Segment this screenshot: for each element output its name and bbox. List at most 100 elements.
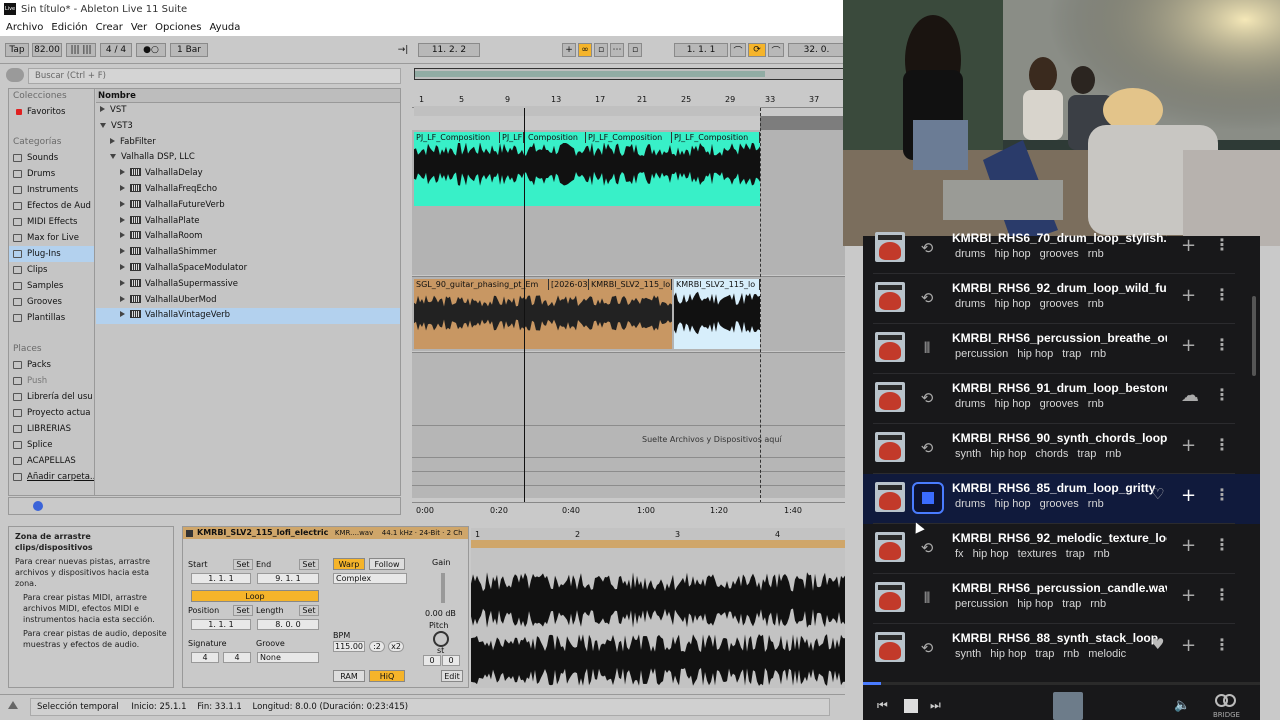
add-icon[interactable]: + xyxy=(1181,485,1196,506)
sidebar-item-plantillas[interactable]: Plantillas xyxy=(9,310,94,326)
punch-out-icon[interactable]: ⌒ xyxy=(768,43,784,57)
loop-start-field[interactable]: 1. 1. 1 xyxy=(674,43,728,57)
ram-button[interactable]: RAM xyxy=(333,670,365,682)
time-ruler[interactable]: 0:00 0:20 0:40 1:00 1:20 1:40 xyxy=(412,502,845,518)
plugin-item[interactable]: ValhallaFutureVerb xyxy=(96,198,400,214)
nudge-buttons[interactable]: ||| ||| xyxy=(66,43,96,57)
edit-button[interactable]: Edit xyxy=(441,670,463,682)
loop-switch-icon[interactable]: ⟳ xyxy=(748,43,766,57)
tag[interactable]: hip hop xyxy=(990,648,1026,660)
sample-row[interactable]: ⦀ KMRBI_RHS6_percussion_breathe_out.wavpe… xyxy=(863,324,1260,374)
position-field[interactable]: 1. 1. 1 xyxy=(191,619,251,630)
sample-row[interactable]: ⟲ KMRBI_RHS6_92_melodic_texture_loop_ fx hi… xyxy=(863,524,1260,574)
tag[interactable]: hip hop xyxy=(990,448,1026,460)
signature-denominator[interactable]: 4 xyxy=(223,652,251,663)
tag[interactable]: synth xyxy=(955,448,981,460)
tag[interactable]: rnb xyxy=(1105,448,1121,460)
start-set-button[interactable]: Set xyxy=(233,559,253,570)
add-icon[interactable]: + xyxy=(1181,535,1196,556)
previous-icon[interactable]: ⏮ xyxy=(877,698,891,712)
more-options-icon[interactable]: ⋮ xyxy=(1214,385,1230,404)
show-detail-icon[interactable] xyxy=(8,701,18,709)
tag[interactable]: trap xyxy=(1062,348,1081,360)
sidebar-item-audio-effects[interactable]: Efectos de Aud xyxy=(9,198,94,214)
sample-row[interactable]: ⟲ KMRBI_RHS6_70_drum_loop_stylish.wav drum… xyxy=(863,224,1260,274)
clip-header[interactable]: PJ_LF xyxy=(500,132,524,143)
double-tempo-button[interactable]: x2 xyxy=(388,641,404,652)
tag[interactable]: chords xyxy=(1035,448,1068,460)
loop-icon[interactable]: ⟲ xyxy=(915,638,939,658)
sidebar-item-push[interactable]: Push xyxy=(9,373,94,389)
transpose-field[interactable]: 0 xyxy=(423,655,441,666)
sample-row[interactable]: ⟲ KMRBI_RHS6_92_drum_loop_wild_full.wavdr… xyxy=(863,274,1260,324)
tag[interactable]: trap xyxy=(1077,448,1096,460)
heart-filled-icon[interactable]: ♥ xyxy=(1151,635,1164,653)
sidebar-item-current-project[interactable]: Proyecto actua xyxy=(9,405,94,421)
detune-field[interactable]: 0 xyxy=(442,655,460,666)
loop-bar[interactable] xyxy=(471,540,845,548)
length-set-button[interactable]: Set xyxy=(299,605,319,616)
overdub-icon[interactable]: + xyxy=(562,43,576,57)
end-set-button[interactable]: Set xyxy=(299,559,319,570)
loop-icon[interactable]: ⟲ xyxy=(915,288,939,308)
sidebar-item-packs[interactable]: Packs xyxy=(9,357,94,373)
more-options-icon[interactable]: ⋮ xyxy=(1214,635,1230,654)
menu-ver[interactable]: Ver xyxy=(131,22,147,33)
plugin-item[interactable]: ValhallaUberMod xyxy=(96,293,400,309)
plugin-item[interactable]: ValhallaSupermassive xyxy=(96,277,400,293)
progress-track[interactable] xyxy=(863,682,1260,685)
start-field[interactable]: 1. 1. 1 xyxy=(191,573,251,584)
name-column-header[interactable]: Nombre xyxy=(96,89,400,103)
sample-row[interactable]: ⟲ KMRBI_RHS6_88_synth_stack_loop synth hip … xyxy=(863,624,1260,674)
sidebar-item-librerias[interactable]: LIBRERIAS xyxy=(9,421,94,437)
add-icon[interactable]: + xyxy=(1181,235,1196,256)
next-icon[interactable]: ⏭ xyxy=(930,698,944,712)
sidebar-item-splice[interactable]: Splice xyxy=(9,437,94,453)
tree-item-fabfilter[interactable]: FabFilter xyxy=(96,135,400,151)
stop-icon[interactable] xyxy=(912,482,944,514)
clip-header[interactable]: SGL_90_guitar_phasing_pt_Em xyxy=(414,279,549,290)
tag[interactable]: rnb xyxy=(1088,248,1104,260)
heart-icon[interactable]: ♡ xyxy=(1151,485,1164,503)
tag[interactable]: rnb xyxy=(1088,298,1104,310)
tag[interactable]: textures xyxy=(1018,548,1057,560)
loop-icon[interactable]: ⟲ xyxy=(915,238,939,258)
tag[interactable]: hip hop xyxy=(995,398,1031,410)
add-icon[interactable]: + xyxy=(1181,585,1196,606)
oneshot-icon[interactable]: ⦀ xyxy=(915,338,939,358)
plugin-item[interactable]: ValhallaVintageVerb xyxy=(96,308,400,325)
tree-item-vst3[interactable]: VST3 xyxy=(96,119,400,135)
tree-item-valhalla[interactable]: Valhalla DSP, LLC xyxy=(96,150,400,166)
volume-icon[interactable]: 🔈 xyxy=(1174,698,1190,713)
tag[interactable]: hip hop xyxy=(995,248,1031,260)
sidebar-item-sounds[interactable]: Sounds xyxy=(9,150,94,166)
tag[interactable]: rnb xyxy=(1094,548,1110,560)
tag[interactable]: rnb xyxy=(1088,398,1104,410)
sidebar-item-instruments[interactable]: Instruments xyxy=(9,182,94,198)
quantize-select[interactable]: 1 Bar xyxy=(170,43,208,57)
clip-header[interactable]: Composition xyxy=(526,132,586,143)
punch-in-icon[interactable]: ⌒ xyxy=(730,43,746,57)
plugin-item[interactable]: ValhallaSpaceModulator xyxy=(96,261,400,277)
loop-brace[interactable] xyxy=(414,106,760,116)
tag[interactable]: percussion xyxy=(955,598,1008,610)
oneshot-icon[interactable]: ⦀ xyxy=(915,588,939,608)
sidebar-item-acapellas[interactable]: ACAPELLAS xyxy=(9,453,94,469)
stop-icon[interactable] xyxy=(904,699,918,713)
tag[interactable]: melodic xyxy=(1088,648,1126,660)
clip-header[interactable]: PJ_LF_Composition xyxy=(414,132,500,143)
tag[interactable]: percussion xyxy=(955,348,1008,360)
sidebar-item-drums[interactable]: Drums xyxy=(9,166,94,182)
menu-edicion[interactable]: Edición xyxy=(51,22,87,33)
track-lane-1[interactable]: PJ_LF_Composition PJ_LF Composition PJ_LF_C… xyxy=(412,130,845,275)
tag[interactable]: fx xyxy=(955,548,964,560)
clip-header[interactable]: KMRBI_SLV2_115_lo xyxy=(674,279,760,290)
loop-button[interactable]: Loop xyxy=(191,590,319,602)
tag[interactable]: drums xyxy=(955,498,986,510)
pitch-knob[interactable] xyxy=(433,631,449,647)
more-options-icon[interactable]: ⋮ xyxy=(1214,485,1230,504)
tag[interactable]: grooves xyxy=(1040,398,1079,410)
sidebar-item-midi-effects[interactable]: MIDI Effects xyxy=(9,214,94,230)
tag[interactable]: hip hop xyxy=(995,498,1031,510)
reenable-automation-icon[interactable]: ▫ xyxy=(594,43,608,57)
